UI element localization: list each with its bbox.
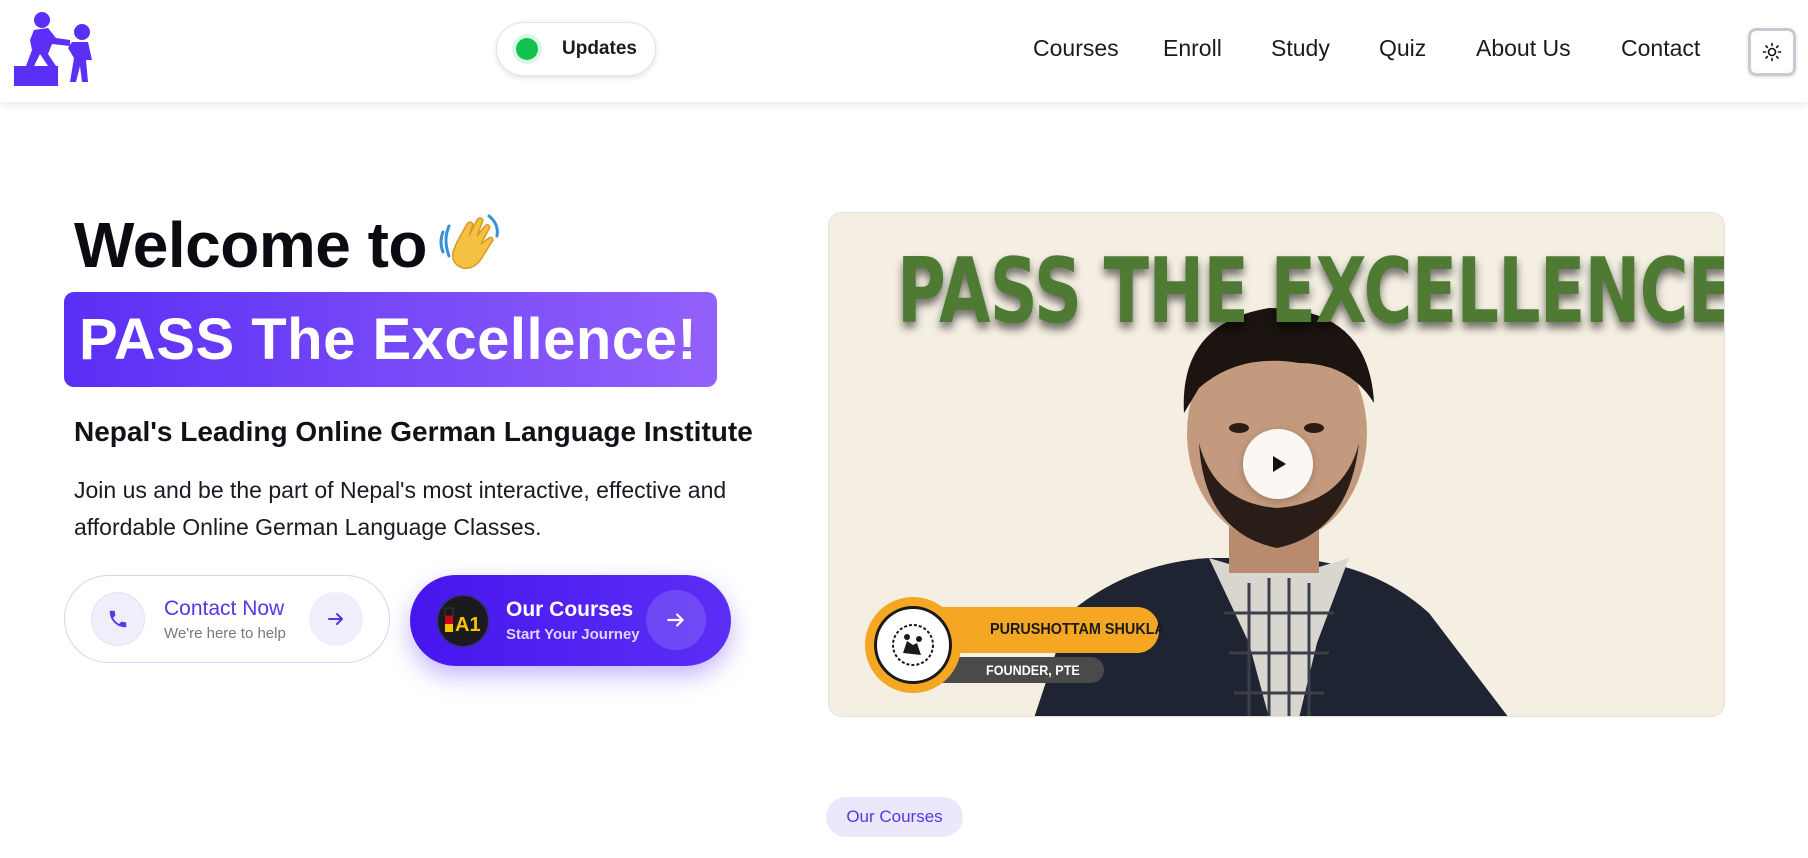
- nav-study[interactable]: Study: [1271, 35, 1330, 62]
- contact-now-sublabel: We're here to help: [164, 624, 286, 642]
- our-courses-button[interactable]: A1 Our Courses Start Your Journey: [410, 575, 731, 666]
- contact-now-label: Contact Now: [164, 596, 285, 620]
- welcome-text: Welcome to: [74, 209, 428, 281]
- hero-description: Join us and be the part of Nepal's most …: [74, 477, 727, 540]
- theme-toggle-button[interactable]: [1748, 28, 1796, 76]
- waving-hand-icon: [437, 212, 503, 278]
- logo-icon[interactable]: [12, 10, 102, 90]
- updates-label: Updates: [562, 38, 637, 59]
- sun-icon: [1762, 42, 1782, 62]
- updates-button[interactable]: Updates: [496, 22, 656, 76]
- brand-title: PASS The Excellence!: [79, 307, 698, 372]
- nav-quiz[interactable]: Quiz: [1379, 35, 1426, 62]
- a1-badge-icon: A1: [436, 593, 490, 648]
- presenter-name: PURUSHOTTAM SHUKLA: [990, 621, 1165, 638]
- status-dot-icon: [516, 38, 538, 60]
- svg-text:A1: A1: [455, 614, 481, 636]
- institute-seal-icon: [865, 597, 961, 693]
- presenter-role: FOUNDER, PTE: [986, 662, 1080, 678]
- nav-enroll[interactable]: Enroll: [1163, 35, 1222, 62]
- section-label-our-courses: Our Courses: [826, 797, 963, 837]
- presenter-role-bar: FOUNDER, PTE: [940, 657, 1104, 683]
- presenter-name-bar: PURUSHOTTAM SHUKLA: [935, 607, 1165, 653]
- play-icon[interactable]: [1243, 429, 1313, 499]
- video-title: PASS THE EXCELLENCE: [897, 239, 1725, 344]
- nav-contact[interactable]: Contact: [1621, 35, 1700, 62]
- brand-banner: PASS The Excellence!: [64, 292, 717, 387]
- arrow-right-icon: [646, 590, 706, 650]
- contact-now-button[interactable]: Contact Now We're here to help: [64, 575, 390, 663]
- hero-subtitle: Nepal's Leading Online German Language I…: [74, 416, 753, 447]
- phone-icon: [91, 592, 145, 646]
- intro-video[interactable]: PASS THE EXCELLENCE PURUSHOTTAM SHUKLA F…: [828, 212, 1725, 717]
- arrow-right-icon: [309, 592, 363, 646]
- nav-courses[interactable]: Courses: [1033, 35, 1119, 62]
- nav-about-us[interactable]: About Us: [1476, 35, 1571, 62]
- welcome-heading: Welcome to: [74, 208, 503, 282]
- our-courses-sublabel: Start Your Journey: [506, 626, 640, 643]
- our-courses-label: Our Courses: [506, 598, 634, 621]
- site-header: Updates Courses Enroll Study Quiz About …: [0, 0, 1808, 102]
